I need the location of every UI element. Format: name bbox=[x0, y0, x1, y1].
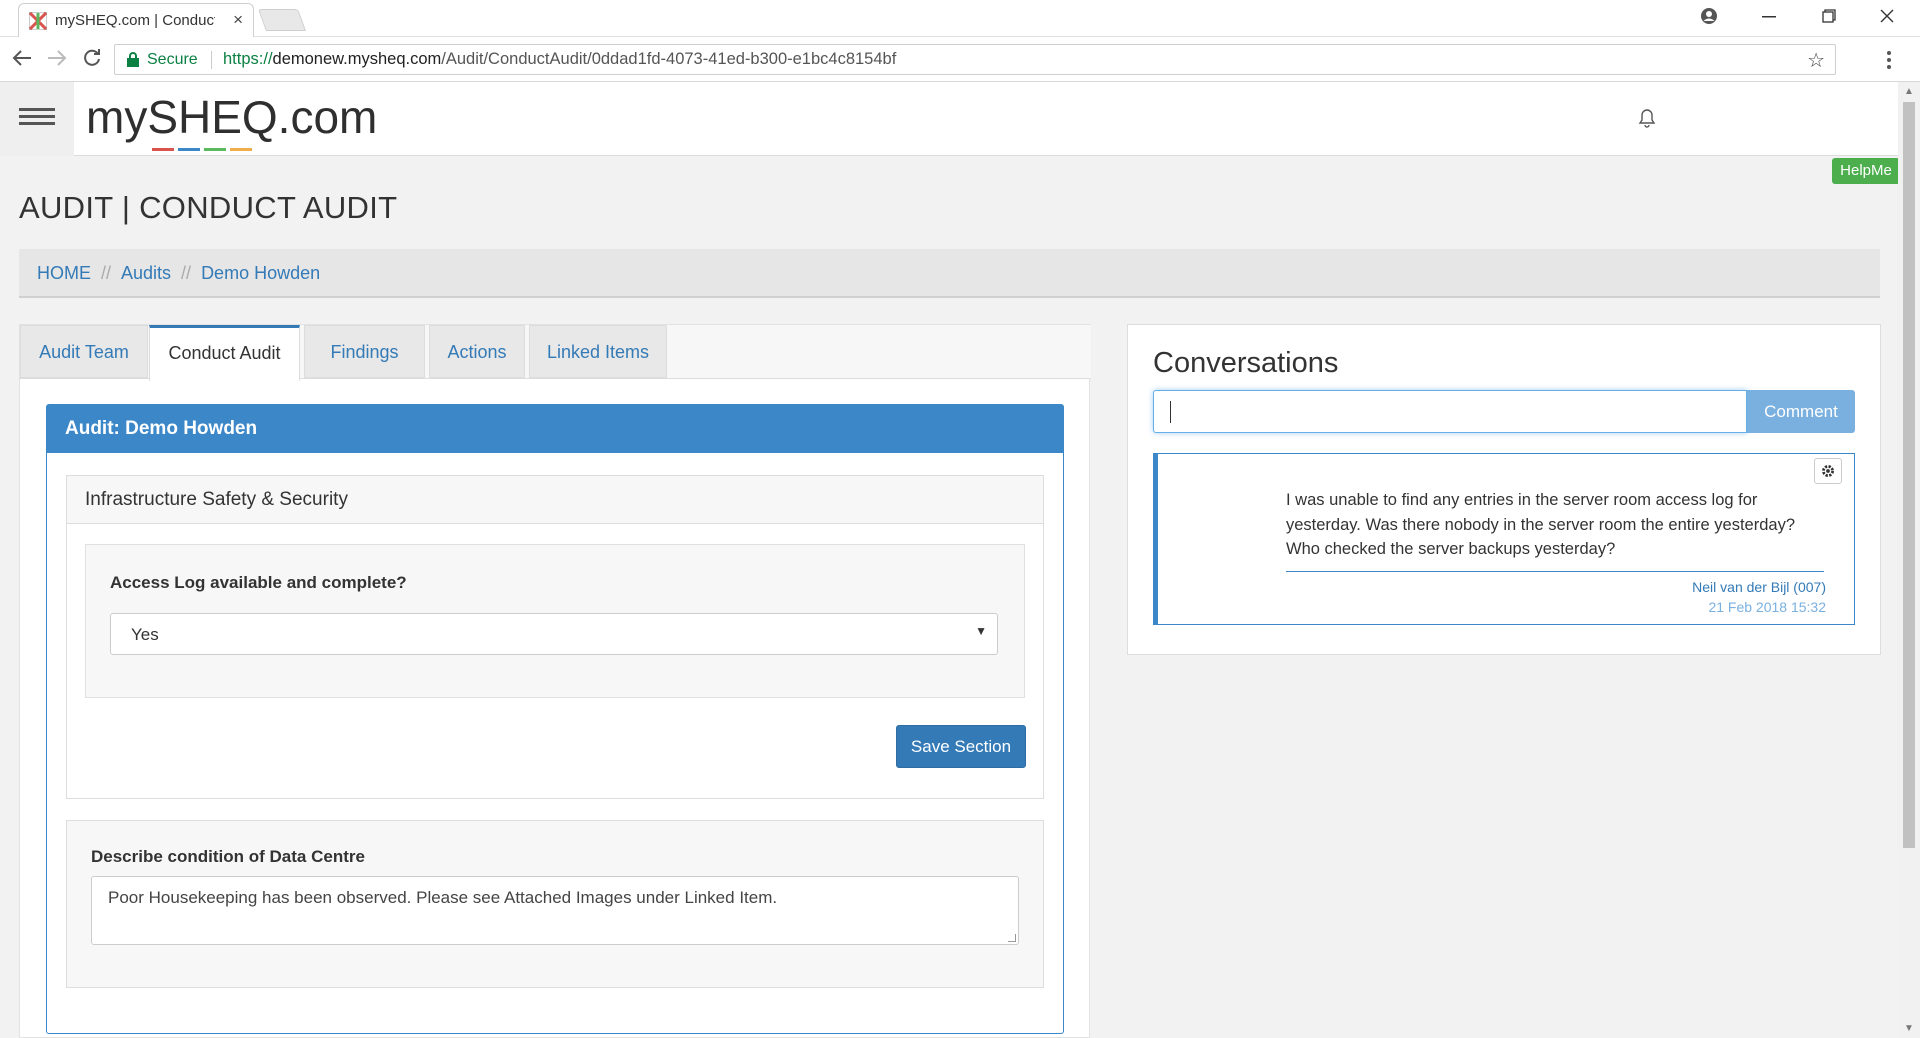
new-tab-button[interactable] bbox=[257, 9, 307, 31]
breadcrumb-audits[interactable]: Audits bbox=[121, 263, 171, 283]
text-caret bbox=[1170, 401, 1171, 423]
restore-icon[interactable] bbox=[1822, 9, 1836, 23]
address-bar: Secure https://demonew.mysheq.com/Audit/… bbox=[0, 37, 1920, 82]
bell-icon[interactable] bbox=[1638, 108, 1656, 128]
browser-tab[interactable]: mySHEQ.com | Conduct Audit × bbox=[18, 3, 254, 37]
url-host: demonew.mysheq.com bbox=[272, 50, 442, 68]
minimize-icon[interactable] bbox=[1762, 16, 1776, 18]
section-infrastructure: Infrastructure Safety & Security Access … bbox=[66, 475, 1044, 799]
breadcrumb-separator: // bbox=[101, 263, 112, 283]
tab-linked-items[interactable]: Linked Items bbox=[529, 325, 667, 378]
app-header: mySHEQ.com bbox=[0, 82, 1898, 156]
url-separator bbox=[211, 51, 212, 69]
page-title: AUDIT | CONDUCT AUDIT bbox=[19, 190, 398, 225]
gear-icon[interactable] bbox=[1814, 458, 1842, 484]
comment-divider bbox=[1286, 571, 1824, 572]
audit-box: Audit: Demo Howden Infrastructure Safety… bbox=[46, 404, 1064, 1034]
page-scrollbar[interactable]: ▲ ▼ bbox=[1898, 82, 1920, 1038]
comment-input[interactable] bbox=[1153, 390, 1747, 433]
breadcrumb-home[interactable]: HOME bbox=[37, 263, 91, 283]
reload-icon[interactable] bbox=[82, 48, 102, 68]
breadcrumb: HOME // Audits // Demo Howden bbox=[19, 249, 1880, 298]
url-text: https://demonew.mysheq.com/Audit/Conduct… bbox=[223, 50, 896, 69]
textarea-value: Poor Housekeeping has been observed. Ple… bbox=[108, 888, 778, 907]
comment-text: I was unable to find any entries in the … bbox=[1286, 491, 1796, 558]
access-log-select[interactable]: Yes ▼ bbox=[110, 613, 998, 655]
select-value: Yes bbox=[131, 625, 159, 644]
menu-dots-icon[interactable] bbox=[1886, 50, 1892, 70]
audit-panel: Audit Team Conduct Audit Findings Action… bbox=[19, 324, 1091, 1038]
scroll-up-icon[interactable]: ▲ bbox=[1904, 86, 1914, 97]
forward-icon[interactable] bbox=[47, 49, 67, 67]
url-scheme: https:// bbox=[223, 50, 273, 68]
tab-actions[interactable]: Actions bbox=[429, 325, 525, 378]
url-path: /Audit/ConductAudit/0ddad1fd-4073-41ed-b… bbox=[441, 50, 897, 68]
question-label: Access Log available and complete? bbox=[110, 573, 407, 592]
audit-header: Audit: Demo Howden bbox=[47, 405, 1063, 453]
conversations-panel: Conversations Comment I was unable to fi… bbox=[1127, 324, 1881, 655]
hamburger-icon[interactable] bbox=[0, 82, 74, 156]
question-label: Describe condition of Data Centre bbox=[91, 847, 365, 866]
lock-icon bbox=[127, 52, 139, 67]
tab-conduct-audit[interactable]: Conduct Audit bbox=[149, 325, 300, 381]
logo[interactable]: mySHEQ.com bbox=[86, 90, 377, 144]
star-icon[interactable]: ☆ bbox=[1807, 48, 1825, 73]
tab-audit-team[interactable]: Audit Team bbox=[20, 325, 148, 378]
comment-date: 21 Feb 2018 15:32 bbox=[1708, 599, 1826, 615]
save-section-button[interactable]: Save Section bbox=[896, 725, 1026, 768]
question-box: Access Log available and complete? Yes ▼ bbox=[85, 544, 1025, 698]
section-title: Infrastructure Safety & Security bbox=[67, 476, 1043, 524]
data-centre-textarea[interactable]: Poor Housekeeping has been observed. Ple… bbox=[91, 876, 1019, 945]
comment-author[interactable]: Neil van der Bijl (007) bbox=[1692, 579, 1826, 595]
resize-grip-icon[interactable] bbox=[1008, 934, 1016, 942]
comment-button[interactable]: Comment bbox=[1747, 390, 1855, 433]
tab-title: mySHEQ.com | Conduct Audit bbox=[55, 12, 215, 29]
back-icon[interactable] bbox=[12, 49, 32, 67]
close-icon[interactable]: × bbox=[233, 10, 243, 30]
favicon-icon bbox=[29, 12, 47, 30]
account-icon[interactable] bbox=[1700, 7, 1718, 25]
dropdown-arrow-icon: ▼ bbox=[975, 624, 987, 638]
section-data-centre: Describe condition of Data Centre Poor H… bbox=[66, 820, 1044, 988]
helpme-button[interactable]: HelpMe bbox=[1832, 158, 1900, 184]
comment-card: I was unable to find any entries in the … bbox=[1153, 453, 1855, 625]
breadcrumb-separator: // bbox=[181, 263, 192, 283]
breadcrumb-demo-howden[interactable]: Demo Howden bbox=[201, 263, 320, 283]
window-close-icon[interactable] bbox=[1880, 9, 1894, 23]
secure-label: Secure bbox=[147, 51, 198, 68]
scroll-down-icon[interactable]: ▼ bbox=[1904, 1023, 1914, 1034]
logo-color-bars bbox=[152, 138, 256, 151]
url-field[interactable]: Secure https://demonew.mysheq.com/Audit/… bbox=[114, 44, 1836, 75]
browser-tabstrip: mySHEQ.com | Conduct Audit × bbox=[0, 0, 1920, 37]
tab-findings[interactable]: Findings bbox=[304, 325, 425, 378]
tabs-bar: Audit Team Conduct Audit Findings Action… bbox=[20, 325, 1091, 381]
conversations-title: Conversations bbox=[1153, 347, 1339, 379]
scroll-thumb[interactable] bbox=[1903, 102, 1915, 848]
